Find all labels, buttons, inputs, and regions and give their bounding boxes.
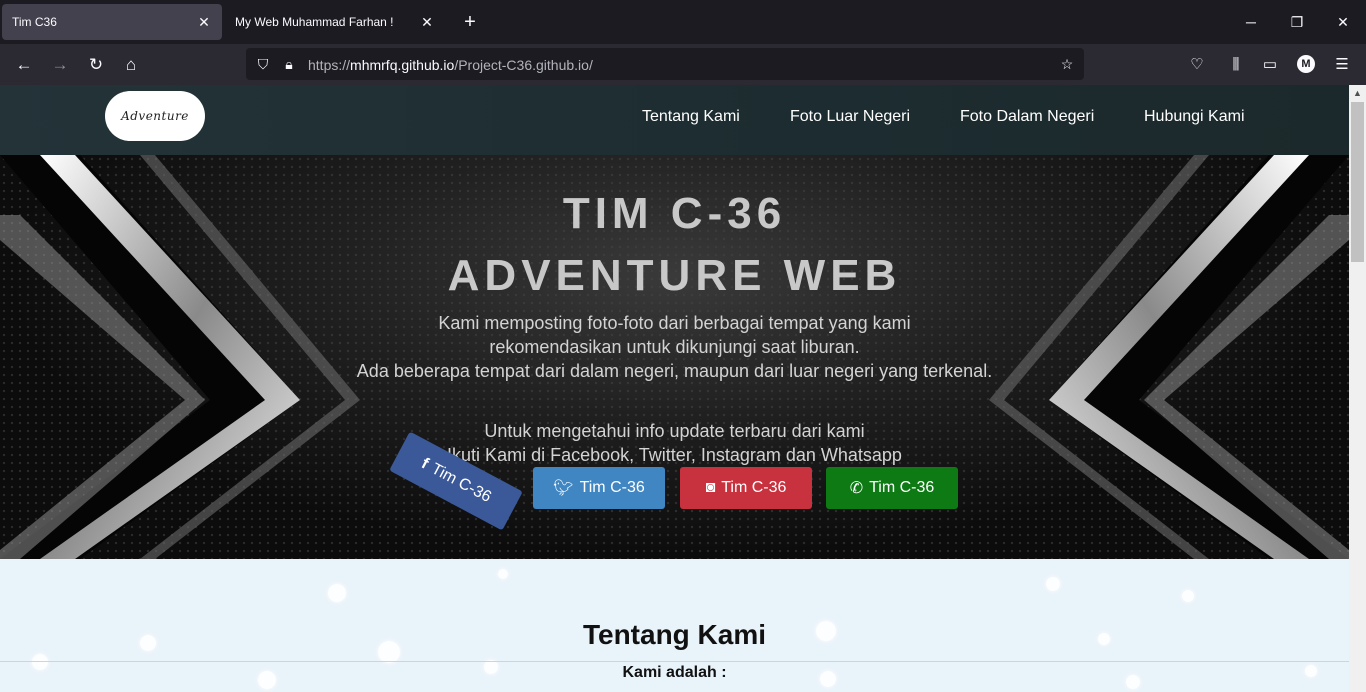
shield-icon[interactable]: ⛉	[254, 55, 272, 73]
back-icon[interactable]: ←	[11, 52, 37, 78]
instagram-button-label: Tim C-36	[721, 479, 787, 496]
minimize-icon[interactable]: ─	[1228, 0, 1274, 44]
hero-desc-line2: rekomendasikan untuk dikunjungi saat lib…	[489, 337, 860, 357]
whatsapp-icon: ✆	[849, 480, 864, 497]
web-page: Adventure Tentang Kami Foto Luar Negeri …	[0, 85, 1349, 692]
forward-icon[interactable]: →	[47, 52, 73, 78]
hero-info-line1: Untuk mengetahui info update terbaru dar…	[484, 421, 865, 441]
about-subtitle: Kami adalah :	[622, 664, 727, 681]
tab-inactive[interactable]: My Web Muhammad Farhan ! ✕	[225, 4, 445, 40]
hero-desc-line1: Kami memposting foto-foto dari berbagai …	[438, 313, 911, 333]
sidebar-icon[interactable]: ▭	[1258, 52, 1282, 76]
whatsapp-button-label: Tim C-36	[869, 479, 935, 496]
snow-particle	[498, 569, 508, 579]
account-avatar[interactable]: M	[1297, 55, 1315, 73]
url-text: https://mhmrfq.github.io/Project-C36.git…	[308, 57, 593, 73]
instagram-icon: ◙	[705, 479, 716, 496]
close-window-icon[interactable]: ✕	[1320, 0, 1366, 44]
hero-banner: TIM C-36 ADVENTURE WEB Kami memposting f…	[0, 155, 1349, 559]
snow-particle	[328, 584, 346, 602]
menu-icon[interactable]: ☰	[1330, 52, 1354, 76]
new-tab-button[interactable]: +	[458, 10, 482, 34]
hero-title-line1: TIM C-36	[562, 189, 787, 238]
tab-bar: Tim C36 ✕ My Web Muhammad Farhan ! ✕ + ─…	[0, 0, 1366, 44]
facebook-icon: f	[418, 455, 432, 473]
lock-icon[interactable]: 🔒︎	[280, 55, 298, 73]
address-bar[interactable]: ⛉ 🔒︎ https://mhmrfq.github.io/Project-C3…	[246, 48, 1084, 80]
scrollbar-thumb[interactable]	[1351, 102, 1364, 262]
tab-title: My Web Muhammad Farhan !	[235, 15, 394, 29]
site-logo[interactable]: Adventure	[105, 91, 205, 141]
hero-info-line2: Ikuti Kami di Facebook, Twitter, Instagr…	[447, 445, 902, 465]
home-icon[interactable]: ⌂	[118, 52, 144, 78]
restore-icon[interactable]: ❐	[1274, 0, 1320, 44]
twitter-icon: 🐦︎	[553, 480, 574, 497]
snow-particle	[1182, 590, 1194, 602]
page-scrollbar[interactable]: ▲	[1349, 85, 1366, 692]
reload-icon[interactable]: ↻	[83, 52, 109, 78]
close-tab-icon[interactable]: ✕	[196, 14, 212, 30]
pocket-icon[interactable]: ♡	[1185, 52, 1209, 76]
tab-title: Tim C36	[12, 15, 57, 29]
tab-active[interactable]: Tim C36 ✕	[2, 4, 222, 40]
close-tab-icon[interactable]: ✕	[419, 14, 435, 30]
twitter-button-label: Tim C-36	[579, 479, 645, 496]
snow-particle	[1046, 577, 1060, 591]
menu-tentang-kami[interactable]: Tentang Kami	[642, 108, 740, 126]
about-title: Tentang Kami	[582, 619, 767, 650]
twitter-button[interactable]: 🐦︎ Tim C-36	[533, 467, 665, 509]
menu-foto-dalam-negeri[interactable]: Foto Dalam Negeri	[960, 108, 1094, 126]
scroll-up-icon[interactable]: ▲	[1353, 88, 1362, 98]
hero-desc-line3: Ada beberapa tempat dari dalam negeri, m…	[356, 361, 993, 381]
site-navbar: Adventure Tentang Kami Foto Luar Negeri …	[0, 85, 1349, 155]
instagram-button[interactable]: ◙ Tim C-36	[680, 467, 812, 509]
menu-foto-luar-negeri[interactable]: Foto Luar Negeri	[790, 108, 910, 126]
section-divider	[0, 661, 1349, 662]
hero-title-line2: ADVENTURE WEB	[447, 251, 902, 300]
library-icon[interactable]: ⫼	[1224, 52, 1248, 76]
whatsapp-button[interactable]: ✆ Tim C-36	[826, 467, 958, 509]
bookmark-star-icon[interactable]: ☆	[1058, 55, 1076, 73]
menu-hubungi-kami[interactable]: Hubungi Kami	[1144, 108, 1245, 126]
